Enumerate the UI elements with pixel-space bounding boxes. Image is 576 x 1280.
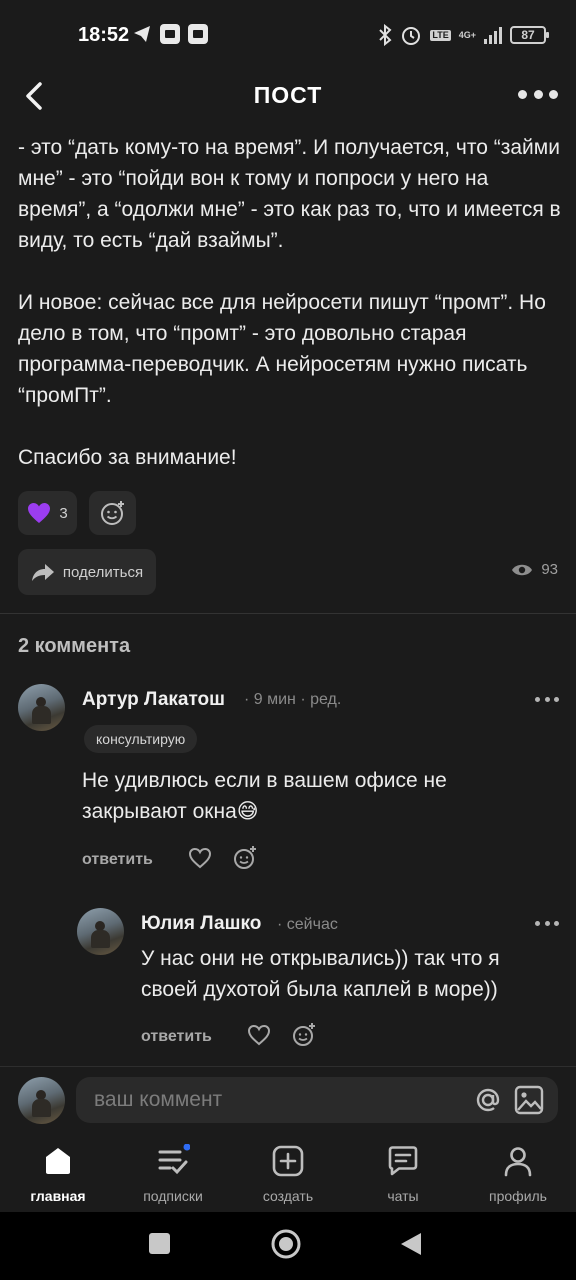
reaction-count: 3 (59, 504, 68, 522)
status-bar: 18:52 LTE 4G+ 87 (0, 0, 576, 70)
add-emoji-icon[interactable] (232, 845, 258, 871)
like-heart-icon[interactable] (247, 1024, 271, 1046)
app-notification-icon (188, 24, 208, 44)
dot-icon (554, 696, 559, 702)
system-navigation-bar (0, 1212, 576, 1280)
dot-icon (544, 696, 550, 702)
add-emoji-icon[interactable] (291, 1022, 317, 1048)
comment-more-button[interactable] (535, 695, 559, 703)
battery-icon: 87 (510, 26, 549, 44)
dot-icon (535, 920, 540, 926)
more-options-button[interactable] (518, 86, 558, 102)
avatar[interactable] (18, 1077, 65, 1124)
post-paragraph: - это “дать кому-то на время”. И получае… (18, 136, 561, 252)
nav-label: создать (262, 1188, 314, 1204)
dot-icon (518, 89, 527, 99)
lte-indicator: LTE (430, 29, 451, 41)
post-body: - это “дать кому-то на время”. И получае… (18, 132, 563, 504)
dot-icon (533, 89, 543, 99)
network-type: 4G+ (458, 30, 476, 40)
divider (0, 613, 576, 614)
views-count: 93 (541, 561, 558, 578)
comment-meta: · сейчас (277, 916, 338, 933)
comment-author[interactable]: Юлия Лашко (141, 913, 261, 935)
eye-icon (512, 564, 533, 575)
chat-icon (388, 1146, 418, 1176)
comments-count: 2 коммента (18, 635, 131, 657)
home-icon (46, 1148, 70, 1174)
status-time: 18:52 (78, 24, 130, 46)
avatar[interactable] (77, 908, 124, 955)
add-reaction-button[interactable] (89, 491, 136, 535)
views-counter: 93 (511, 561, 558, 578)
share-button[interactable]: поделиться (18, 549, 156, 595)
status-left-icons (132, 24, 208, 44)
reply-button[interactable]: ответить (141, 1028, 212, 1046)
dot-icon (549, 89, 558, 99)
avatar[interactable] (18, 684, 65, 731)
image-attach-icon[interactable] (514, 1085, 544, 1115)
nav-subscriptions[interactable]: подписки (118, 1140, 228, 1210)
comment-input-placeholder: ваш коммент (94, 1088, 223, 1111)
comment-meta: · 9 мин · ред. (244, 691, 342, 708)
post-paragraph: Спасибо за внимание! (18, 446, 237, 469)
nav-chats[interactable]: чаты (348, 1140, 458, 1210)
add-emoji-icon (100, 501, 124, 525)
bluetooth-icon (379, 24, 392, 46)
nav-label: чаты (387, 1188, 419, 1204)
post-paragraph: И новое: сейчас все для нейросети пишут … (18, 291, 546, 407)
home-button[interactable] (270, 1228, 302, 1260)
mention-icon[interactable] (474, 1086, 502, 1114)
author-badge: консультирую (84, 725, 198, 753)
share-arrow-icon (31, 564, 54, 581)
telegram-icon (134, 26, 150, 42)
reply-button[interactable]: ответить (82, 851, 153, 869)
reaction-heart-button[interactable]: 3 (18, 491, 77, 535)
back-nav-button[interactable] (399, 1231, 423, 1257)
nav-create[interactable]: создать (233, 1140, 343, 1210)
comment-input[interactable]: ваш коммент (76, 1077, 558, 1123)
recent-apps-button[interactable] (149, 1233, 170, 1254)
page-title: ПОСТ (253, 82, 323, 108)
create-icon (272, 1145, 304, 1177)
nav-label: подписки (143, 1188, 203, 1204)
share-label: поделиться (62, 563, 144, 581)
like-heart-icon[interactable] (188, 847, 212, 869)
comment-more-button[interactable] (535, 919, 559, 927)
comment-text: Не удивлюсь если в вашем офисе не закрыв… (82, 769, 447, 823)
nav-home[interactable]: главная (3, 1140, 113, 1210)
comment-text: У нас они не открывались)) так что я сво… (141, 947, 500, 1001)
purple-heart-icon (28, 503, 51, 523)
top-app-bar: ПОСТ (0, 70, 576, 124)
signal-icon (484, 26, 502, 44)
profile-icon (504, 1147, 532, 1177)
nav-profile[interactable]: профиль (463, 1140, 573, 1210)
status-right-icons: LTE 4G+ 87 (378, 24, 549, 46)
comment-composer: ваш коммент (0, 1066, 576, 1142)
dot-icon (535, 696, 540, 702)
nav-label: главная (30, 1188, 86, 1204)
dot-icon (544, 920, 550, 926)
subscriptions-icon (158, 1144, 190, 1175)
app-notification-icon (160, 24, 180, 44)
bottom-navigation: главная подписки создать чаты профиль (0, 1140, 576, 1210)
comment-author[interactable]: Артур Лакатош (82, 689, 225, 711)
dot-icon (554, 920, 559, 926)
alarm-icon (402, 27, 421, 45)
nav-label: профиль (489, 1188, 547, 1204)
